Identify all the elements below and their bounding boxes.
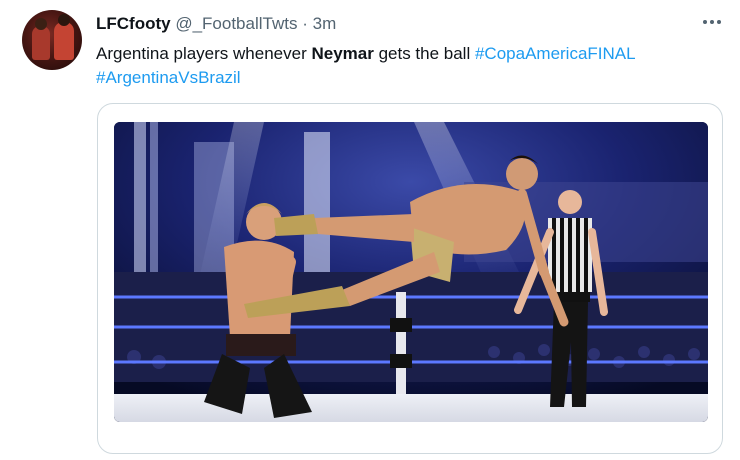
author-name[interactable]: LFCfooty <box>96 14 171 33</box>
tweet-text-part: Argentina players whenever <box>96 44 312 63</box>
wrestling-photo <box>114 122 708 422</box>
media-card[interactable] <box>97 103 723 454</box>
hashtag-link[interactable]: #CopaAmericaFINAL <box>475 44 636 63</box>
tweet-text: Argentina players whenever Neymar gets t… <box>96 42 716 90</box>
tweet-text-part: gets the ball <box>373 44 475 63</box>
tweet-header: LFCfooty @_FootballTwts · 3m <box>96 14 336 34</box>
more-horizontal-icon <box>703 20 707 24</box>
separator-dot: · <box>302 14 308 33</box>
tweet-image[interactable] <box>114 122 708 422</box>
tweet-text-bold: Neymar <box>311 44 374 63</box>
author-handle[interactable]: @_FootballTwts <box>175 14 297 33</box>
timestamp[interactable]: 3m <box>313 14 337 33</box>
tweet[interactable]: LFCfooty @_FootballTwts · 3m Argentina p… <box>0 0 740 460</box>
avatar[interactable] <box>22 10 82 70</box>
hashtag-link[interactable]: #ArgentinaVsBrazil <box>96 68 241 87</box>
more-options-button[interactable] <box>700 12 724 32</box>
